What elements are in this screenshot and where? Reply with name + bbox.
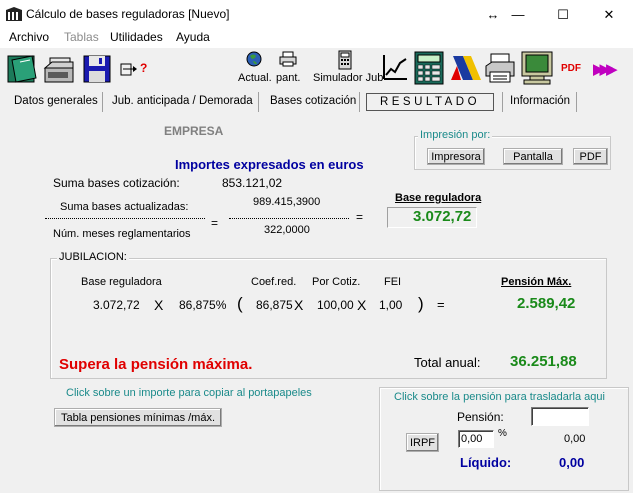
export-icon[interactable] <box>119 62 139 78</box>
impresion-group-title: Impresión por: <box>418 129 493 141</box>
jub-base-value[interactable]: 3.072,72 <box>93 298 140 312</box>
click-pension-hint: Click sobre la pensión para trasladarla … <box>394 391 605 403</box>
tab-separator <box>258 92 259 112</box>
printer-icon[interactable] <box>484 52 516 84</box>
paren-open: ( <box>237 294 243 313</box>
jubilacion-group-title: JUBILACION: <box>57 251 129 263</box>
menu-bar: Archivo Tablas Utilidades Ayuda <box>0 28 633 48</box>
irpf-input[interactable] <box>458 430 494 448</box>
irpf-button[interactable]: IRPF <box>406 433 439 452</box>
total-anual-label: Total anual: <box>414 355 481 370</box>
toolbar: ? Actual. pant. Simulador Jub PDF ▶▶▶ <box>0 48 633 90</box>
irpf-amount[interactable]: 0,00 <box>564 433 585 445</box>
fraction-line-left <box>45 218 205 219</box>
pension-max-value[interactable]: 2.589,42 <box>517 295 575 312</box>
tabla-pensiones-button[interactable]: Tabla pensiones mínimas /máx. <box>54 408 222 427</box>
tab-resultado[interactable]: RESULTADO <box>366 93 494 111</box>
app-icon <box>6 7 22 21</box>
tab-strip: Datos generales Jub. anticipada / Demora… <box>0 92 633 114</box>
pct-value[interactable]: 86,875% <box>179 298 226 312</box>
base-reguladora-value[interactable]: 3.072,72 <box>413 208 471 225</box>
menu-utilidades[interactable]: Utilidades <box>110 30 163 44</box>
importes-title: Importes expresados en euros <box>175 157 364 172</box>
paren-close: ) <box>418 294 424 313</box>
tab-separator <box>359 92 360 112</box>
coef-red-value[interactable]: 86,875 <box>256 298 293 312</box>
line-chart-icon[interactable] <box>382 53 408 81</box>
printer-small-icon[interactable] <box>279 51 297 67</box>
agency-logo-icon[interactable] <box>449 52 483 84</box>
suma-actualizadas-value[interactable]: 989.415,3900 <box>253 196 320 208</box>
multiply-1: X <box>154 297 164 313</box>
tab-informacion[interactable]: Información <box>510 95 570 107</box>
open-book-icon[interactable] <box>6 52 40 86</box>
liquido-value[interactable]: 0,00 <box>559 455 584 470</box>
tab-separator <box>576 92 577 112</box>
save-disk-icon[interactable] <box>80 52 114 86</box>
pant-label[interactable]: pant. <box>276 72 300 84</box>
base-reguladora-title: Base reguladora <box>395 192 482 204</box>
suma-actualizadas-label: Suma bases actualizadas: <box>60 201 189 213</box>
suma-cotizacion-value[interactable]: 853.121,02 <box>222 176 282 190</box>
equals-left: = <box>211 216 219 230</box>
maximize-button[interactable]: ☐ <box>552 4 574 26</box>
simulador-label[interactable]: Simulador Jub <box>313 72 383 84</box>
minimize-button[interactable]: — <box>507 4 529 26</box>
globe-icon[interactable] <box>245 50 263 68</box>
tab-bases-cotizacion[interactable]: Bases cotización <box>270 95 356 107</box>
tab-separator <box>502 92 503 112</box>
fei-value[interactable]: 1,00 <box>379 298 402 312</box>
liquido-label: Líquido: <box>460 455 512 470</box>
title-bar: Cálculo de bases reguladoras [Nuevo] ↔ —… <box>0 0 633 30</box>
tab-separator <box>102 92 103 112</box>
total-anual-value[interactable]: 36.251,88 <box>510 353 577 370</box>
restore-icon[interactable]: ↔ <box>482 4 504 26</box>
help-icon[interactable]: ? <box>140 61 147 75</box>
menu-archivo[interactable]: Archivo <box>9 30 49 44</box>
next-arrows-icon[interactable]: ▶▶▶ <box>593 60 618 78</box>
close-button[interactable]: ✕ <box>598 4 620 26</box>
actual-label[interactable]: Actual. <box>238 72 272 84</box>
pension-input[interactable] <box>531 407 589 426</box>
percent-sign: % <box>498 428 507 439</box>
supera-warning: Supera la pensión máxima. <box>59 356 253 373</box>
suma-cotizacion-label: Suma bases cotización: <box>53 176 180 190</box>
menu-ayuda[interactable]: Ayuda <box>176 30 210 44</box>
jub-base-label: Base reguladora <box>81 276 162 288</box>
num-meses-value[interactable]: 322,0000 <box>264 224 310 236</box>
multiply-3: X <box>357 297 367 313</box>
tab-datos-generales[interactable]: Datos generales <box>14 95 98 107</box>
tab-jub-anticipada[interactable]: Jub. anticipada / Demorada <box>112 95 253 107</box>
click-importe-hint: Click sobre un importe para copiar al po… <box>66 387 312 399</box>
window-title: Cálculo de bases reguladoras [Nuevo] <box>26 7 230 21</box>
pdf-icon[interactable]: PDF <box>561 63 581 74</box>
num-meses-label: Núm. meses reglamentarios <box>53 228 191 240</box>
equals-right: = <box>356 210 364 224</box>
pdf-button[interactable]: PDF <box>573 148 608 165</box>
pension-max-label: Pensión Máx. <box>501 276 572 288</box>
multiply-2: X <box>294 297 304 313</box>
calculator-icon[interactable] <box>414 51 444 85</box>
fei-label: FEI <box>384 276 402 288</box>
por-cotiz-label: Por Cotiz. <box>312 276 361 288</box>
por-cotiz-value[interactable]: 100,00 <box>317 298 354 312</box>
menu-tablas[interactable]: Tablas <box>64 30 99 44</box>
coef-red-label: Coef.red. <box>251 276 297 288</box>
monitor-icon[interactable] <box>520 50 554 86</box>
impresora-button[interactable]: Impresora <box>427 148 485 165</box>
pension-label: Pensión: <box>457 410 504 424</box>
pantalla-button[interactable]: Pantalla <box>503 148 563 165</box>
fraction-line-right <box>229 218 349 219</box>
cash-register-icon[interactable] <box>42 52 76 86</box>
equals-jub: = <box>437 297 445 312</box>
calculator-small-icon[interactable] <box>338 50 352 70</box>
empresa-label: EMPRESA <box>164 124 224 138</box>
